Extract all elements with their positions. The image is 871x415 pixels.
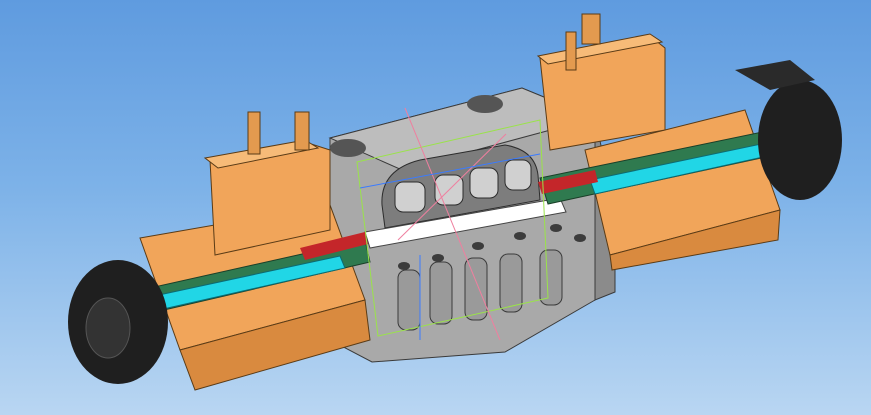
end-nut[interactable] (758, 80, 842, 200)
mounting-hole (330, 139, 366, 157)
mounting-hole (467, 95, 503, 113)
valve-cutaway-model[interactable] (0, 0, 871, 415)
nut-face (85, 297, 131, 359)
3d-model-viewport[interactable] (0, 0, 871, 415)
left-solenoid[interactable] (68, 111, 371, 391)
